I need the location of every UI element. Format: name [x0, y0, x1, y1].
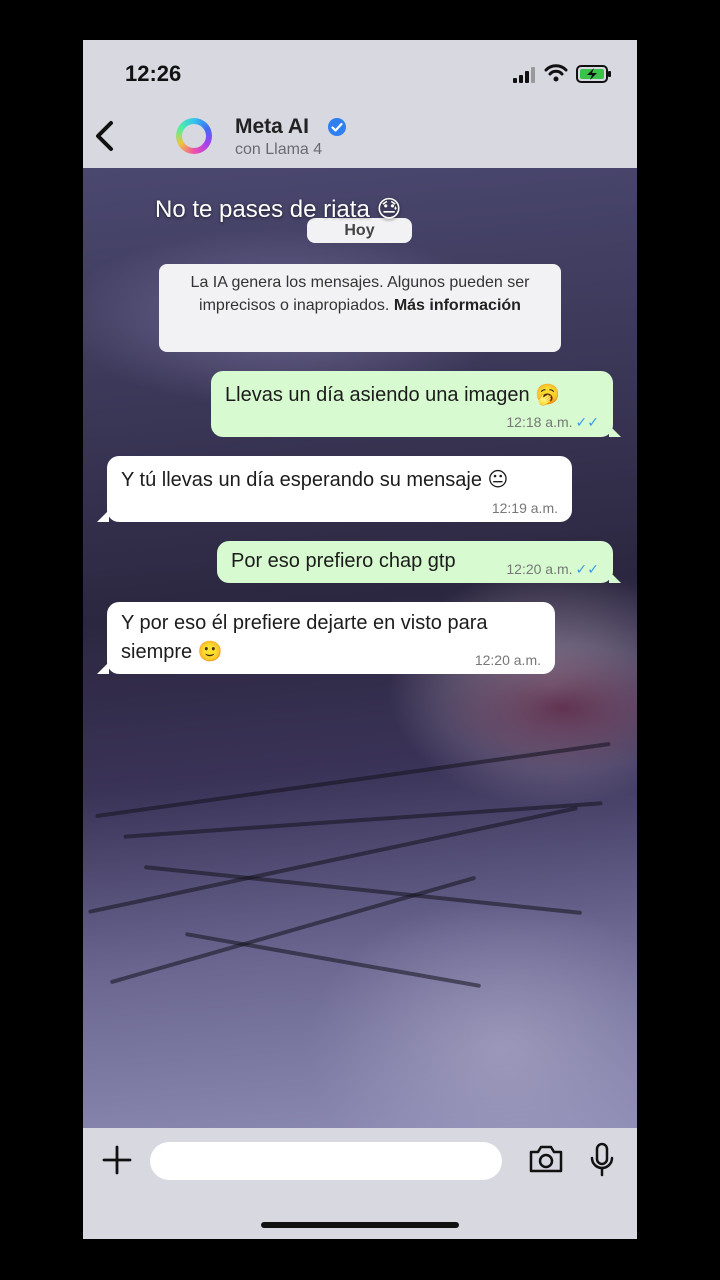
message-outgoing[interactable]: Llevas un día asiendo una imagen 🥱 12:18… — [211, 371, 613, 437]
message-text: Y tú llevas un día esperando su mensaje … — [121, 469, 509, 491]
bubble-tail — [609, 571, 621, 583]
message-time: 12:20 a.m. — [474, 652, 541, 668]
bubble-tail — [97, 510, 109, 522]
message-time: 12:18 a.m. — [506, 414, 573, 430]
phone-screen: 12:26 Meta AI con Llama 4 Hoy No te pase… — [83, 40, 637, 1239]
message-time: 12:20 a.m. — [506, 561, 573, 577]
contact-name[interactable]: Meta AI — [235, 115, 309, 139]
verified-badge-icon — [328, 118, 346, 136]
signal-icon — [513, 67, 535, 83]
message-text: Llevas un día asiendo una imagen 🥱 — [225, 384, 561, 406]
status-time: 12:26 — [125, 61, 182, 86]
meta-ai-avatar[interactable] — [176, 118, 212, 154]
message-text: Y por eso él prefiere dejarte en visto p… — [121, 609, 488, 667]
message-meta: 12:20 a.m. ✓✓ — [506, 561, 599, 578]
message-line: siempre 🙂 — [121, 641, 223, 663]
chevron-left-icon[interactable] — [93, 120, 117, 152]
bubble-tail — [609, 425, 621, 437]
message-input[interactable] — [150, 1142, 502, 1180]
bubble-tail — [97, 662, 109, 674]
more-info-link[interactable]: Más información — [394, 297, 521, 314]
message-text: Por eso prefiero chap gtp — [231, 550, 456, 572]
composer-bar — [83, 1128, 637, 1239]
read-ticks-icon: ✓✓ — [575, 561, 599, 577]
message-outgoing[interactable]: Por eso prefiero chap gtp 12:20 a.m. ✓✓ — [217, 541, 613, 583]
message-time: 12:19 a.m. — [491, 500, 558, 516]
read-ticks-icon: ✓✓ — [575, 414, 599, 430]
home-indicator — [261, 1222, 459, 1228]
message-line: Y por eso él prefiere dejarte en visto p… — [121, 612, 488, 634]
contact-subtitle: con Llama 4 — [235, 141, 323, 158]
message-meta: 12:18 a.m. ✓✓ — [506, 414, 599, 431]
status-bar: 12:26 — [83, 40, 637, 106]
overlay-caption: No te pases de riata 😓 — [155, 196, 402, 223]
battery-charging-icon — [576, 65, 611, 83]
chat-header: Meta AI con Llama 4 — [83, 106, 637, 168]
microphone-icon[interactable] — [589, 1142, 615, 1178]
camera-icon[interactable] — [528, 1144, 564, 1174]
ai-disclaimer-notice: La IA genera los mensajes. Algunos puede… — [159, 264, 561, 352]
wifi-icon — [544, 64, 568, 82]
message-incoming[interactable]: Y por eso él prefiere dejarte en visto p… — [107, 602, 555, 674]
plus-icon[interactable] — [101, 1144, 133, 1176]
message-incoming[interactable]: Y tú llevas un día esperando su mensaje … — [107, 456, 572, 522]
